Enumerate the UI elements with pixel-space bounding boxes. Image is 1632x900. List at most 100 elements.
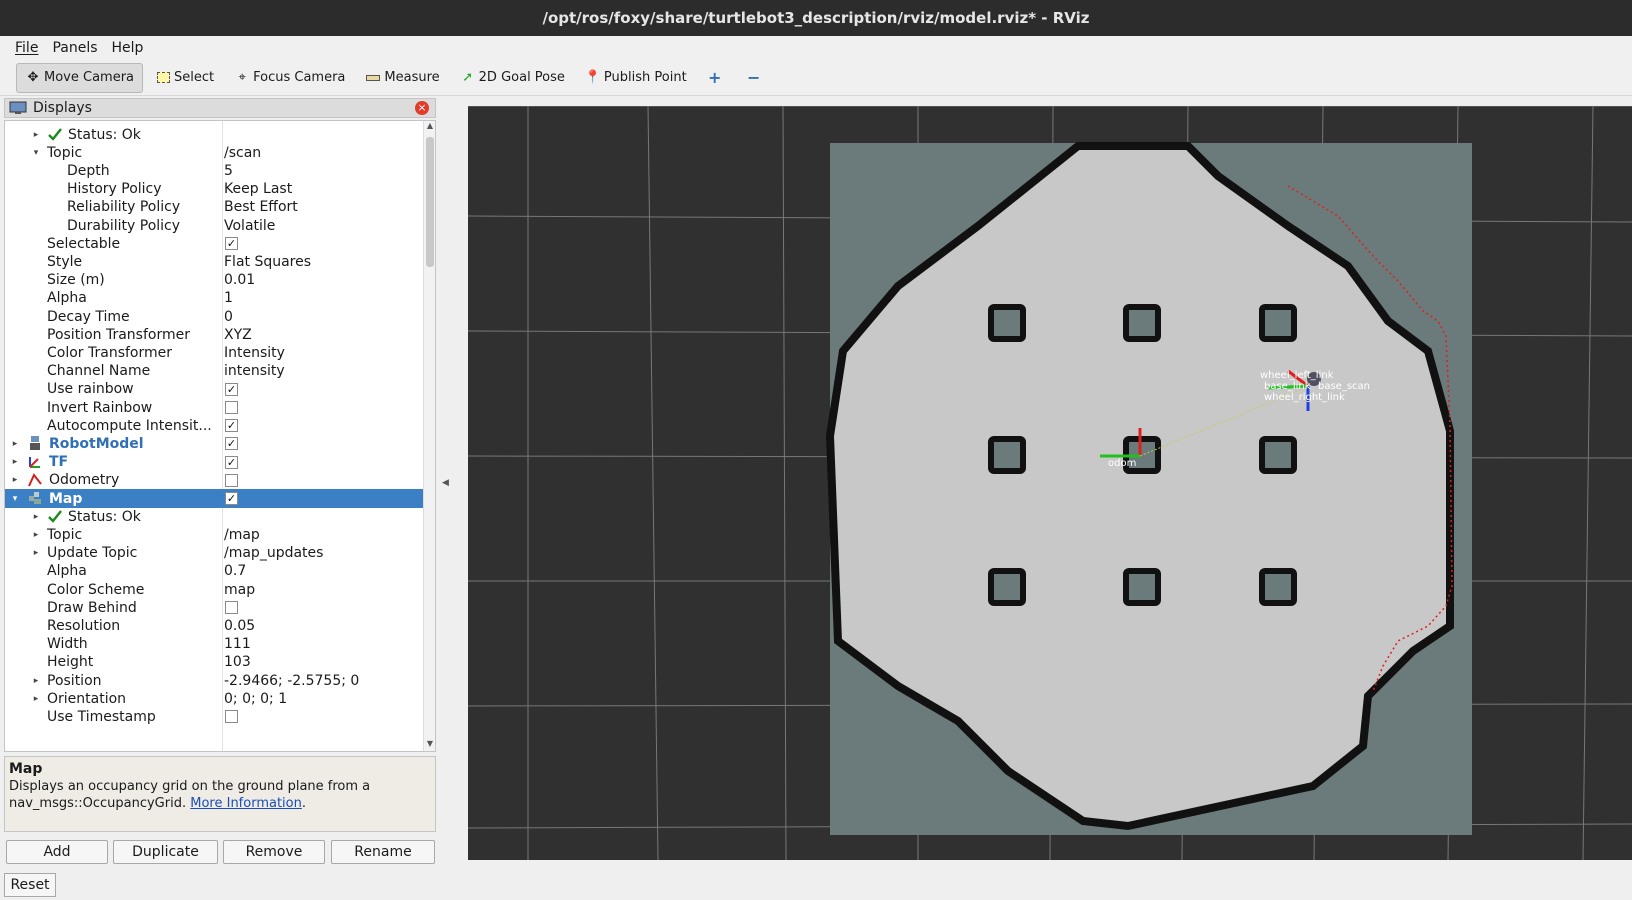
tree-row-value[interactable]: 5	[224, 163, 233, 179]
tree-row-value[interactable]: 0.7	[224, 563, 246, 579]
tree-row-checkbox[interactable]: ✓	[225, 455, 238, 469]
tree-row-checkbox[interactable]: ✓	[225, 419, 238, 433]
map-scene[interactable]: odom wheel_left_link base_link wheel_rig…	[468, 106, 1632, 860]
remove-tool-button[interactable]: −	[738, 63, 773, 93]
tree-row-checkbox[interactable]	[225, 473, 238, 487]
tree-row-value[interactable]: intensity	[224, 363, 285, 379]
tree-row[interactable]: Depth 5	[5, 161, 423, 180]
more-information-link[interactable]: More Information	[190, 796, 302, 811]
remove-button[interactable]: Remove	[223, 840, 325, 864]
tree-row-checkbox[interactable]: ✓	[225, 437, 238, 451]
scroll-down-icon[interactable]: ▼	[424, 739, 435, 751]
tree-row[interactable]: ▸ Update Topic/map_updates	[5, 544, 423, 563]
expand-right-icon[interactable]: ▸	[9, 457, 21, 467]
tree-row-value[interactable]: 0.01	[224, 272, 255, 288]
tree-row-checkbox[interactable]	[225, 601, 238, 615]
tree-row-value[interactable]: Flat Squares	[224, 254, 311, 270]
tree-row[interactable]: ▸ RobotModel ✓	[5, 434, 423, 453]
tree-row[interactable]: Use Timestamp	[5, 707, 423, 726]
tree-row[interactable]: Height 103	[5, 653, 423, 672]
tree-row[interactable]: ▸ Topic/map	[5, 525, 423, 544]
expand-right-icon[interactable]: ▸	[9, 475, 21, 485]
tree-row-value[interactable]: 103	[224, 654, 251, 670]
tree-row[interactable]: History Policy Keep Last	[5, 180, 423, 199]
tree-scrollbar[interactable]: ▲ ▼	[423, 121, 435, 751]
tree-row[interactable]: Selectable ✓	[5, 234, 423, 253]
render-viewport[interactable]: odom wheel_left_link base_link wheel_rig…	[468, 106, 1632, 860]
tree-row[interactable]: ▸ Status: Ok	[5, 507, 423, 526]
tree-row-value[interactable]: map	[224, 582, 255, 598]
menu-file[interactable]: File	[8, 40, 45, 56]
expand-right-icon[interactable]: ▸	[30, 530, 42, 540]
tree-row[interactable]: Alpha 1	[5, 289, 423, 308]
select-button[interactable]: Select	[147, 63, 222, 93]
tree-row[interactable]: Invert Rainbow	[5, 398, 423, 417]
tree-row[interactable]: Style Flat Squares	[5, 252, 423, 271]
tree-row[interactable]: ▸ Orientation 0; 0; 0; 1	[5, 689, 423, 708]
tree-row[interactable]: ▸ Position -2.9466; -2.5755; 0	[5, 671, 423, 690]
tree-row-value[interactable]: Intensity	[224, 345, 285, 361]
tree-row-value[interactable]: Keep Last	[224, 181, 292, 197]
tree-row-value[interactable]: Volatile	[224, 218, 275, 234]
close-icon[interactable]: ×	[415, 101, 429, 115]
move-camera-button[interactable]: ✥ Move Camera	[16, 62, 144, 93]
tree-row-value[interactable]: 0; 0; 0; 1	[224, 691, 287, 707]
tree-row[interactable]: ▾ Topic/scan	[5, 143, 423, 162]
scrollbar-thumb[interactable]	[426, 137, 434, 267]
tree-row[interactable]: Decay Time 0	[5, 307, 423, 326]
displays-tree[interactable]: ▲ ▼ ▸ Status: Ok ▾ Topic/scan Depth 5 History …	[4, 120, 436, 752]
tree-row[interactable]: ▸ Odometry	[5, 471, 423, 490]
tree-row[interactable]: Alpha 0.7	[5, 562, 423, 581]
tree-row[interactable]: ▾ Map ✓	[5, 489, 423, 508]
publish-point-button[interactable]: 📍 Publish Point	[577, 63, 695, 93]
expand-down-icon[interactable]: ▾	[30, 148, 42, 158]
expand-right-icon[interactable]: ▸	[30, 548, 42, 558]
tree-row-value[interactable]: 0	[224, 309, 233, 325]
collapse-panel-icon[interactable]: ◀	[442, 478, 449, 488]
tree-row[interactable]: Durability Policy Volatile	[5, 216, 423, 235]
tree-row-value[interactable]: 1	[224, 290, 233, 306]
tree-row-checkbox[interactable]	[225, 710, 238, 724]
tree-row-checkbox[interactable]	[225, 401, 238, 414]
tree-row-value[interactable]: /map_updates	[224, 545, 323, 561]
tree-row[interactable]: Channel Name intensity	[5, 362, 423, 381]
tree-row[interactable]: Resolution 0.05	[5, 616, 423, 635]
focus-camera-button[interactable]: ⌖ Focus Camera	[226, 63, 353, 93]
tree-row[interactable]: Reliability Policy Best Effort	[5, 198, 423, 217]
tree-row[interactable]: Size (m) 0.01	[5, 271, 423, 290]
tree-row-value[interactable]: 0.05	[224, 618, 255, 634]
tree-row-value[interactable]: -2.9466; -2.5755; 0	[224, 673, 359, 689]
tree-row[interactable]: ▸ TF ✓	[5, 453, 423, 472]
tree-row-value[interactable]: 111	[224, 636, 251, 652]
tree-row-value[interactable]: /scan	[224, 145, 261, 161]
tree-row[interactable]: Width 111	[5, 635, 423, 654]
measure-button[interactable]: Measure	[357, 63, 447, 93]
tree-row[interactable]: Autocompute Intensit... ✓	[5, 416, 423, 435]
tree-row-checkbox[interactable]: ✓	[225, 382, 238, 396]
tree-row[interactable]: Use rainbow ✓	[5, 380, 423, 399]
tree-row-checkbox[interactable]: ✓	[225, 492, 238, 505]
expand-right-icon[interactable]: ▸	[30, 130, 42, 140]
duplicate-button[interactable]: Duplicate	[113, 840, 218, 864]
tree-row-value[interactable]: /map	[224, 527, 260, 543]
tree-row[interactable]: Position Transformer XYZ	[5, 325, 423, 344]
expand-right-icon[interactable]: ▸	[30, 512, 42, 522]
goal-pose-button[interactable]: ➚ 2D Goal Pose	[452, 63, 573, 93]
tree-row-checkbox[interactable]: ✓	[225, 237, 238, 251]
tree-row-value[interactable]: XYZ	[224, 327, 252, 343]
expand-down-icon[interactable]: ▾	[9, 494, 21, 504]
expand-right-icon[interactable]: ▸	[9, 439, 21, 449]
tree-row-value[interactable]: Best Effort	[224, 199, 298, 215]
tree-row[interactable]: Color Transformer Intensity	[5, 343, 423, 362]
reset-button[interactable]: Reset	[4, 873, 56, 897]
add-tool-button[interactable]: +	[699, 63, 734, 93]
tree-row[interactable]: ▸ Status: Ok	[5, 125, 423, 144]
add-button[interactable]: Add	[6, 840, 108, 864]
expand-right-icon[interactable]: ▸	[30, 694, 42, 704]
expand-right-icon[interactable]: ▸	[30, 676, 42, 686]
rename-button[interactable]: Rename	[331, 840, 435, 864]
menu-panels[interactable]: Panels	[45, 40, 104, 56]
menu-help[interactable]: Help	[105, 40, 151, 56]
scroll-up-icon[interactable]: ▲	[424, 121, 435, 135]
tree-row[interactable]: Color Scheme map	[5, 580, 423, 599]
